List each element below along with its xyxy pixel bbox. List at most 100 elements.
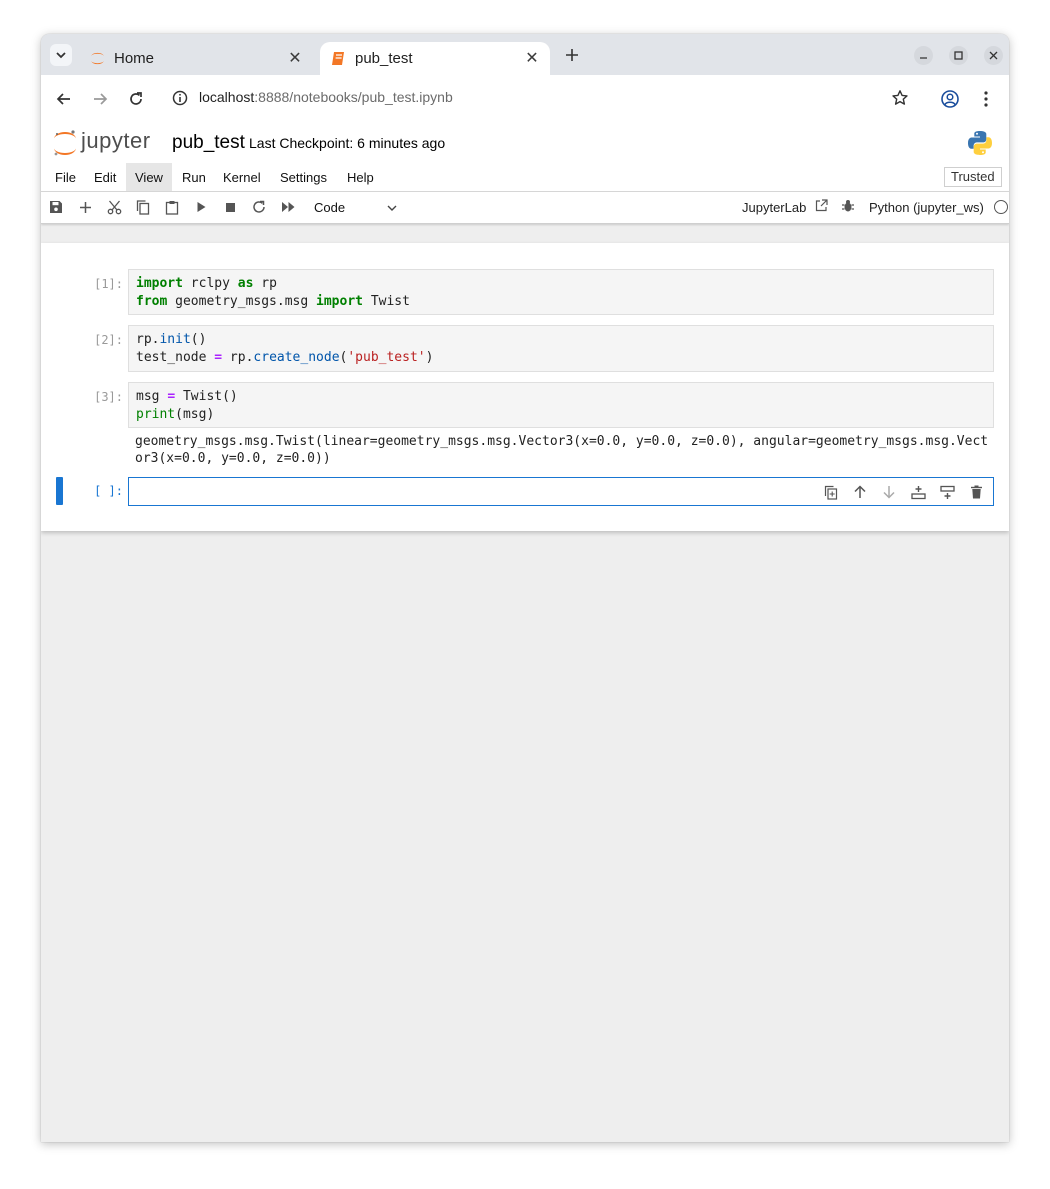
- restart-button[interactable]: [250, 198, 268, 216]
- input-prompt: [1]:: [94, 277, 123, 291]
- python-logo-icon: [967, 130, 993, 156]
- run-button[interactable]: [192, 198, 210, 216]
- jupyter-icon: [89, 50, 106, 67]
- duplicate-cell-button[interactable]: [823, 484, 839, 500]
- maximize-button[interactable]: [949, 46, 968, 65]
- jupyter-logo-icon[interactable]: [53, 129, 77, 157]
- trusted-indicator[interactable]: Trusted: [944, 167, 1002, 187]
- chevron-down-icon[interactable]: [385, 201, 399, 215]
- reload-icon: [130, 92, 142, 105]
- arrow-right-icon: [94, 93, 108, 105]
- address-bar[interactable]: localhost:8888/notebooks/pub_test.ipynb: [162, 81, 932, 115]
- insert-cell-button[interactable]: [76, 198, 94, 216]
- last-checkpoint: Last Checkpoint: 6 minutes ago: [249, 135, 446, 151]
- cell-output: geometry_msgs.msg.Twist(linear=geometry_…: [135, 433, 988, 467]
- minimize-icon: [920, 57, 927, 59]
- reload-button[interactable]: [124, 87, 148, 111]
- back-button[interactable]: [52, 87, 76, 111]
- menu-view[interactable]: View: [126, 163, 172, 191]
- insert-below-button[interactable]: [939, 484, 955, 500]
- open-in-jupyterlab-link[interactable]: JupyterLab: [742, 200, 806, 215]
- code-editor[interactable]: import rclpy as rp from geometry_msgs.ms…: [128, 269, 994, 315]
- profile-icon[interactable]: [940, 89, 960, 109]
- kernel-status-icon: [994, 200, 1008, 214]
- arrow-down-icon: [883, 486, 895, 499]
- notebook-toolbar: Code JupyterLab Python (jupyter_ws): [41, 192, 1009, 224]
- restart-run-all-button[interactable]: [279, 198, 297, 216]
- scissors-icon: [107, 200, 121, 214]
- arrow-up-icon: [854, 485, 866, 498]
- browser-window: Home ✕ pub_test ✕ localhost:8888/noteboo…: [41, 34, 1009, 1142]
- cell-type-select[interactable]: Code: [314, 200, 345, 215]
- menu-edit[interactable]: Edit: [85, 163, 125, 191]
- refresh-icon: [253, 200, 265, 213]
- paste-button[interactable]: [163, 198, 181, 216]
- tab-home[interactable]: Home ✕: [79, 42, 313, 75]
- code-editor[interactable]: [128, 477, 994, 506]
- paste-icon: [165, 200, 179, 215]
- stop-icon: [225, 202, 235, 212]
- url-host: localhost: [199, 89, 255, 105]
- forward-button[interactable]: [88, 87, 112, 111]
- tab-title: Home: [114, 50, 155, 67]
- notebook-title[interactable]: pub_test: [172, 132, 245, 154]
- menu-help[interactable]: Help: [338, 163, 383, 191]
- menu-settings[interactable]: Settings: [271, 163, 336, 191]
- code-text: import rclpy as rp from geometry_msgs.ms…: [136, 276, 410, 309]
- output-line: geometry_msgs.msg.Twist(linear=geometry_…: [135, 434, 989, 449]
- menu-file[interactable]: File: [46, 163, 85, 191]
- menu-bar: File Edit View Run Kernel Settings Help …: [41, 163, 1009, 192]
- save-button[interactable]: [47, 198, 65, 216]
- bookmark-star-icon[interactable]: [891, 89, 909, 107]
- url-path: :8888/notebooks/pub_test.ipynb: [254, 89, 453, 105]
- fast-forward-icon: [281, 202, 294, 212]
- debugger-bug-icon[interactable]: [841, 199, 855, 213]
- navigation-bar: localhost:8888/notebooks/pub_test.ipynb: [41, 75, 1009, 123]
- maximize-icon: [954, 51, 963, 60]
- insert-below-icon: [939, 485, 955, 499]
- tab-pub-test[interactable]: pub_test ✕: [320, 42, 550, 75]
- minimize-button[interactable]: [914, 46, 933, 65]
- input-prompt: [2]:: [94, 333, 123, 347]
- close-icon: [989, 51, 998, 60]
- notebook-panel: [1]: import rclpy as rp from geometry_ms…: [41, 243, 1009, 531]
- code-text: msg = Twist() print(msg): [136, 389, 238, 422]
- info-icon[interactable]: [172, 90, 188, 106]
- interrupt-button[interactable]: [221, 198, 239, 216]
- plus-icon: [79, 201, 91, 213]
- input-prompt: [ ]:: [94, 484, 123, 498]
- close-icon[interactable]: ✕: [522, 48, 542, 68]
- code-editor[interactable]: msg = Twist() print(msg): [128, 382, 994, 428]
- close-icon[interactable]: ✕: [285, 48, 305, 68]
- play-icon: [197, 202, 206, 212]
- code-editor[interactable]: rp.init() test_node = rp.create_node('pu…: [128, 325, 994, 372]
- window-close-button[interactable]: [984, 46, 1003, 65]
- move-down-button[interactable]: [881, 484, 897, 500]
- new-tab-button[interactable]: [561, 44, 583, 66]
- plus-icon: [566, 49, 578, 61]
- menu-kernel[interactable]: Kernel: [214, 163, 270, 191]
- input-prompt: [3]:: [94, 390, 123, 404]
- duplicate-icon: [824, 485, 838, 500]
- copy-icon: [136, 199, 150, 215]
- copy-button[interactable]: [134, 198, 152, 216]
- notebook-icon: [330, 50, 347, 67]
- move-up-button[interactable]: [852, 484, 868, 500]
- chevron-down-icon: [56, 52, 66, 59]
- jupyter-header: jupyter pub_test Last Checkpoint: 6 minu…: [41, 122, 1009, 164]
- cut-button[interactable]: [105, 198, 123, 216]
- jupyter-logo-text: jupyter: [81, 128, 151, 153]
- tab-title: pub_test: [355, 50, 413, 67]
- insert-above-button[interactable]: [910, 484, 926, 500]
- delete-cell-button[interactable]: [968, 484, 984, 500]
- url-text[interactable]: localhost:8888/notebooks/pub_test.ipynb: [199, 89, 453, 105]
- kernel-name[interactable]: Python (jupyter_ws): [869, 200, 984, 215]
- more-vert-icon[interactable]: [978, 89, 994, 109]
- code-text: rp.init() test_node = rp.create_node('pu…: [136, 332, 434, 365]
- menu-run[interactable]: Run: [173, 163, 215, 191]
- arrow-left-icon: [56, 93, 70, 105]
- output-line: or3(x=0.0, y=0.0, z=0.0)): [135, 451, 331, 466]
- external-link-icon[interactable]: [815, 199, 828, 212]
- tab-search-button[interactable]: [50, 44, 72, 66]
- tab-strip: Home ✕ pub_test ✕: [41, 34, 1009, 75]
